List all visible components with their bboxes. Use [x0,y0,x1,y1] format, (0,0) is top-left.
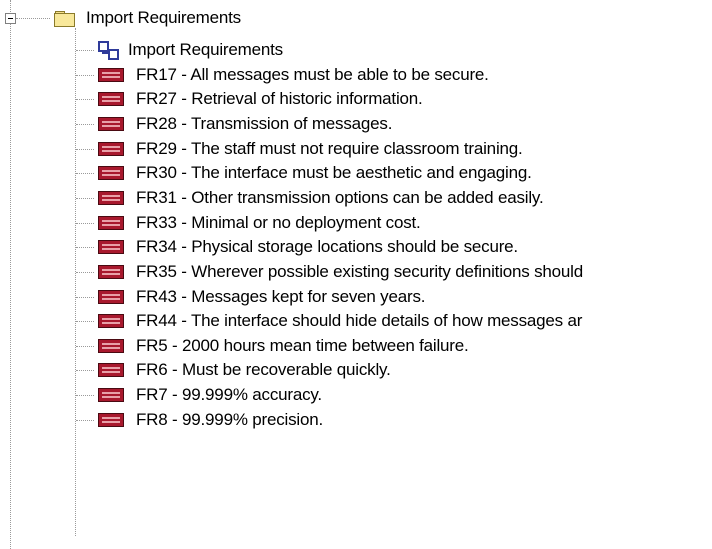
tree-node-label: FR44 - The interface should hide details… [136,311,583,330]
requirement-icon [98,290,124,304]
child-connector [76,247,94,248]
child-connector [76,321,94,322]
child-connector [76,99,94,100]
requirement-icon [98,117,124,131]
tree-node-label: FR6 - Must be recoverable quickly. [136,360,391,379]
tree-node-requirement[interactable]: FR7 - 99.999% accuracy. [98,383,322,407]
tree-node-label: Import Requirements [128,40,283,59]
tree-node-label: FR28 - Transmission of messages. [136,114,393,133]
requirement-icon [98,216,124,230]
requirement-icon [98,92,124,106]
tree-node-label: FR43 - Messages kept for seven years. [136,287,426,306]
collapse-toggle[interactable] [5,13,16,24]
tree-node-requirement[interactable]: FR8 - 99.999% precision. [98,408,323,432]
tree-node-requirement[interactable]: FR33 - Minimal or no deployment cost. [98,211,421,235]
requirement-icon [98,388,124,402]
requirement-icon [98,142,124,156]
requirement-icon [98,265,124,279]
tree-node-label: FR27 - Retrieval of historic information… [136,89,423,108]
project-tree: Import Requirements Import Requirements F… [0,0,712,549]
child-connector [76,75,94,76]
tree-node-requirement[interactable]: FR28 - Transmission of messages. [98,112,392,136]
requirement-icon [98,240,124,254]
root-guide-line [10,0,11,12]
requirement-icon [98,339,124,353]
tree-node-label: FR29 - The staff must not require classr… [136,139,523,158]
child-connector [76,223,94,224]
requirement-icon [98,413,124,427]
child-connector [76,198,94,199]
child-connector [76,149,94,150]
tree-node-requirement[interactable]: FR29 - The staff must not require classr… [98,137,523,161]
tree-node-requirement[interactable]: FR31 - Other transmission options can be… [98,186,544,210]
requirement-icon [98,314,124,328]
child-connector [76,395,94,396]
tree-node-requirement[interactable]: FR27 - Retrieval of historic information… [98,87,423,111]
child-connector [76,173,94,174]
tree-node-requirement[interactable]: FR44 - The interface should hide details… [98,309,582,333]
tree-node-label: FR35 - Wherever possible existing securi… [136,262,584,281]
tree-node-label: FR31 - Other transmission options can be… [136,188,544,207]
tree-node-label: FR5 - 2000 hours mean time between failu… [136,336,469,355]
tree-node-label: FR17 - All messages must be able to be s… [136,65,489,84]
child-connector [76,272,94,273]
tree-node-label: FR34 - Physical storage locations should… [136,237,518,256]
root-connector [16,18,50,19]
tree-node-diagram[interactable]: Import Requirements [98,38,283,62]
child-connector [76,346,94,347]
requirement-icon [98,191,124,205]
children-guide-line [75,28,76,536]
root-guide-line-lower [10,24,11,549]
requirement-icon [98,68,124,82]
requirement-icon [98,166,124,180]
child-connector [76,297,94,298]
tree-node-requirement[interactable]: FR34 - Physical storage locations should… [98,235,518,259]
child-connector [76,370,94,371]
tree-node-requirement[interactable]: FR17 - All messages must be able to be s… [98,63,489,87]
tree-node-label: FR30 - The interface must be aesthetic a… [136,163,532,182]
child-connector [76,124,94,125]
tree-node-label: Import Requirements [86,8,241,27]
child-connector [76,420,94,421]
tree-node-label: FR8 - 99.999% precision. [136,410,324,429]
child-connector [76,50,94,51]
folder-icon [54,10,75,27]
tree-node-requirement[interactable]: FR5 - 2000 hours mean time between failu… [98,334,469,358]
tree-node-label: FR7 - 99.999% accuracy. [136,385,322,404]
tree-node-import-requirements-folder[interactable]: Import Requirements [54,6,241,30]
tree-node-requirement[interactable]: FR6 - Must be recoverable quickly. [98,358,391,382]
tree-node-label: FR33 - Minimal or no deployment cost. [136,213,421,232]
diagram-icon [98,41,119,60]
requirement-icon [98,363,124,377]
tree-node-requirement[interactable]: FR30 - The interface must be aesthetic a… [98,161,532,185]
tree-node-requirement[interactable]: FR35 - Wherever possible existing securi… [98,260,583,284]
tree-node-requirement[interactable]: FR43 - Messages kept for seven years. [98,285,425,309]
